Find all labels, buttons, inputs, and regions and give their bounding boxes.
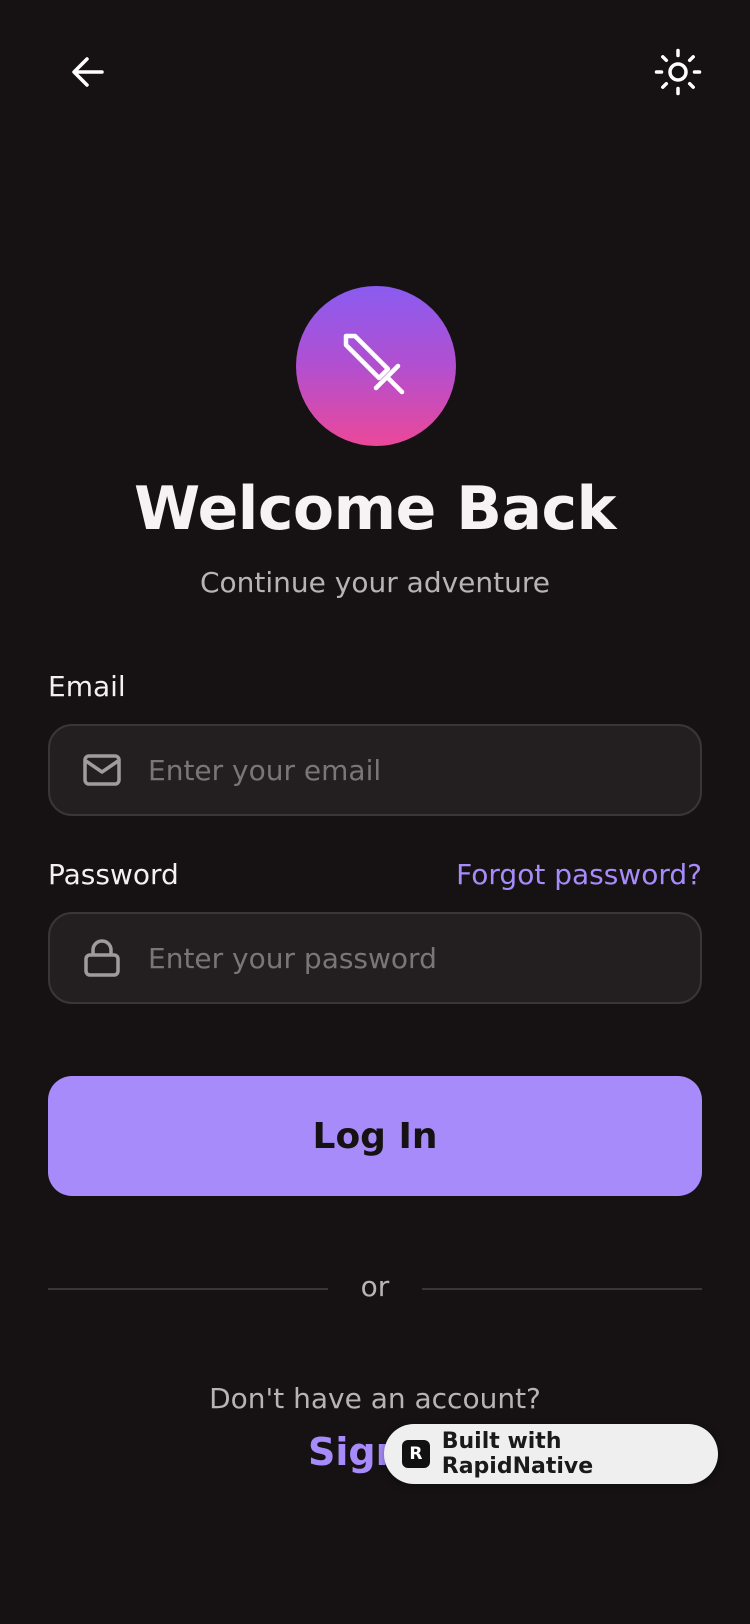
password-field[interactable] <box>48 912 702 1004</box>
sword-icon <box>343 333 405 395</box>
divider-text: or <box>360 1270 390 1303</box>
app-logo <box>296 286 456 446</box>
login-button[interactable]: Log In <box>48 1076 702 1196</box>
rapidnative-badge[interactable]: R Built with RapidNative <box>384 1424 718 1484</box>
theme-toggle-button[interactable] <box>646 40 710 104</box>
password-input[interactable] <box>148 914 700 1002</box>
sun-icon <box>654 48 702 96</box>
email-label: Email <box>48 670 126 703</box>
password-label: Password <box>48 858 179 891</box>
arrow-left-icon <box>72 57 104 87</box>
email-field[interactable] <box>48 724 702 816</box>
rapidnative-logo-icon: R <box>402 1440 430 1468</box>
login-screen: Welcome Back Continue your adventure Ema… <box>0 0 750 1624</box>
badge-text: Built with RapidNative <box>441 1429 594 1479</box>
no-account-text: Don't have an account? <box>209 1382 541 1415</box>
mail-icon <box>82 750 122 790</box>
divider-right <box>422 1288 702 1290</box>
page-subtitle: Continue your adventure <box>200 566 550 599</box>
email-input[interactable] <box>148 726 700 814</box>
back-button[interactable] <box>56 40 120 104</box>
page-title: Welcome Back <box>134 474 616 544</box>
forgot-password-link[interactable]: Forgot password? <box>456 858 702 891</box>
lock-icon <box>82 938 122 978</box>
